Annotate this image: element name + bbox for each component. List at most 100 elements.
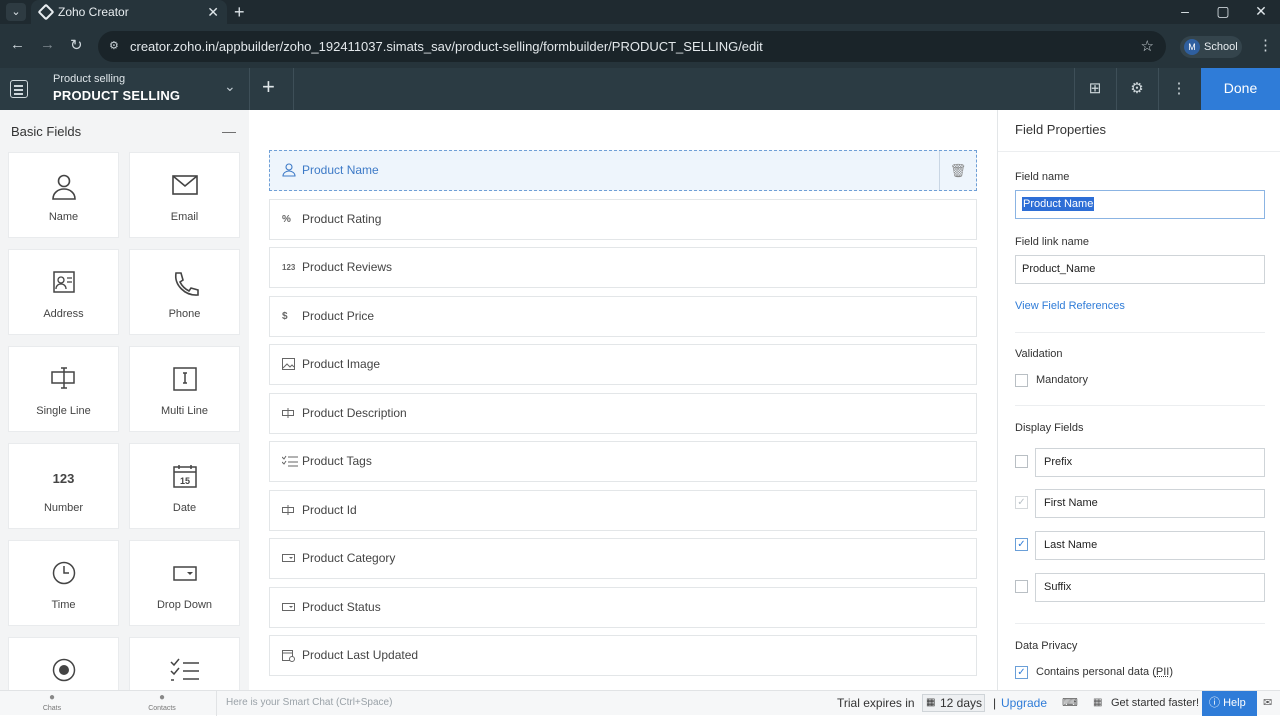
reload-icon[interactable]: ↻: [70, 36, 83, 54]
site-info-icon[interactable]: ⚙: [109, 40, 121, 52]
zoho-logo-icon: [38, 4, 55, 21]
checklist-icon: [282, 442, 298, 481]
close-window-button[interactable]: ✕: [1242, 0, 1280, 24]
form-name[interactable]: PRODUCT SELLING: [53, 88, 180, 103]
close-tab-icon[interactable]: ✕: [207, 0, 219, 24]
field-link-name-input[interactable]: Product_Name: [1015, 255, 1265, 284]
delete-field-icon[interactable]: 🗑: [939, 151, 976, 190]
browser-tab[interactable]: Zoho Creator ✕: [31, 0, 227, 24]
field-label: Product Rating: [302, 212, 381, 226]
bottom-bar: ● Chats ● Contacts Here is your Smart Ch…: [0, 690, 1280, 715]
tab-search-button[interactable]: ⌄: [6, 3, 26, 21]
upgrade-link[interactable]: Upgrade: [1001, 691, 1047, 716]
browser-menu-icon[interactable]: ⋮: [1258, 36, 1273, 54]
field-label: Product Image: [302, 357, 380, 371]
maximize-button[interactable]: ▢: [1204, 0, 1242, 24]
pii-checkbox[interactable]: ✓: [1015, 666, 1028, 679]
prefix-checkbox[interactable]: [1015, 455, 1028, 468]
form-field-product-description[interactable]: Product Description: [269, 393, 977, 434]
view-field-references-link[interactable]: View Field References: [1015, 300, 1125, 312]
collapse-icon[interactable]: —: [222, 123, 236, 139]
prefix-input[interactable]: Prefix: [1035, 448, 1265, 477]
smart-chat-input[interactable]: Here is your Smart Chat (Ctrl+Space): [216, 691, 826, 716]
browser-toolbar: ← → ↻ ⚙ creator.zoho.in/appbuilder/zoho_…: [0, 24, 1280, 68]
form-field-product-status[interactable]: Product Status: [269, 587, 977, 628]
field-tile-email[interactable]: Email: [129, 152, 240, 238]
feedback-icon[interactable]: ✉: [1263, 691, 1272, 716]
chats-button[interactable]: ● Chats: [22, 692, 82, 714]
tile-label: Multi Line: [130, 405, 239, 417]
form-field-product-last-updated[interactable]: Product Last Updated: [269, 635, 977, 676]
settings-gear-icon[interactable]: ⚙: [1127, 79, 1147, 99]
trial-days-badge: ▦ 12 days: [922, 694, 985, 712]
field-tile-number[interactable]: 123 Number: [8, 443, 119, 529]
back-icon[interactable]: ←: [10, 36, 25, 53]
url-text: creator.zoho.in/appbuilder/zoho_19241103…: [130, 39, 763, 54]
basic-fields-panel: Basic Fields — Name Email Address Phone …: [0, 110, 249, 690]
field-tile-name[interactable]: Name: [8, 152, 119, 238]
form-field-product-price[interactable]: $ Product Price: [269, 296, 977, 337]
field-label: Product Price: [302, 309, 374, 323]
chevron-down-icon[interactable]: ⌄: [224, 78, 236, 95]
number-icon: 123: [9, 464, 118, 494]
bookmark-star-icon[interactable]: ☆: [1141, 31, 1154, 62]
number-icon: 123: [282, 248, 298, 287]
field-tile-phone[interactable]: Phone: [129, 249, 240, 335]
avatar: M: [1184, 39, 1200, 55]
form-icon[interactable]: [10, 80, 28, 98]
keyboard-icon[interactable]: ⌨: [1062, 691, 1078, 716]
pii-abbr: PII: [1156, 666, 1169, 678]
add-form-button[interactable]: +: [262, 74, 275, 100]
datetime-icon: [282, 636, 298, 675]
trial-days: 12 days: [940, 696, 982, 710]
form-field-product-category[interactable]: Product Category: [269, 538, 977, 579]
field-tile-multi-line[interactable]: Multi Line: [129, 346, 240, 432]
help-label: Help: [1223, 697, 1246, 709]
field-tile-checkbox[interactable]: [129, 637, 240, 690]
get-started-link[interactable]: Get started faster!: [1111, 691, 1199, 716]
form-field-product-rating[interactable]: % Product Rating: [269, 199, 977, 240]
dropdown-icon: [282, 539, 298, 578]
calendar-small-icon: ▦: [1093, 691, 1102, 716]
header-divider: [1158, 68, 1159, 110]
form-field-product-reviews[interactable]: 123 Product Reviews: [269, 247, 977, 288]
profile-name: School: [1204, 41, 1238, 53]
single-line-icon: [282, 491, 298, 530]
image-icon: [282, 345, 298, 384]
suffix-input[interactable]: Suffix: [1035, 573, 1265, 602]
forward-icon[interactable]: →: [40, 36, 55, 53]
contacts-button[interactable]: ● Contacts: [132, 692, 192, 714]
last-name-input[interactable]: Last Name: [1035, 531, 1265, 560]
field-tile-address[interactable]: Address: [8, 249, 119, 335]
field-properties-panel: Field Properties Field name Product Name…: [997, 110, 1280, 690]
header-divider: [249, 68, 250, 110]
hierarchy-icon[interactable]: ⊞: [1085, 79, 1105, 99]
suffix-checkbox[interactable]: [1015, 580, 1028, 593]
field-name-label: Field name: [1015, 171, 1069, 183]
form-field-product-tags[interactable]: Product Tags: [269, 441, 977, 482]
field-tile-time[interactable]: Time: [8, 540, 119, 626]
first-name-input[interactable]: First Name: [1035, 489, 1265, 518]
field-tile-date[interactable]: 15 Date: [129, 443, 240, 529]
more-options-icon[interactable]: ⋮: [1169, 79, 1189, 99]
last-name-checkbox[interactable]: ✓: [1015, 538, 1028, 551]
tile-label: Email: [130, 211, 239, 223]
profile-button[interactable]: M School: [1180, 36, 1242, 58]
field-tile-drop-down[interactable]: Drop Down: [129, 540, 240, 626]
form-canvas: Product Name 🗑 % Product Rating 123 Prod…: [249, 110, 997, 690]
minimize-button[interactable]: –: [1166, 0, 1204, 24]
form-field-product-name[interactable]: Product Name 🗑: [269, 150, 977, 191]
contacts-label: Contacts: [148, 705, 176, 712]
tab-title: Zoho Creator: [58, 5, 129, 19]
field-tile-single-line[interactable]: Single Line: [8, 346, 119, 432]
help-button[interactable]: ⓘ Help: [1202, 691, 1257, 716]
field-name-input[interactable]: Product Name: [1015, 190, 1265, 219]
form-field-product-image[interactable]: Product Image: [269, 344, 977, 385]
form-field-product-id[interactable]: Product Id: [269, 490, 977, 531]
new-tab-button[interactable]: +: [234, 0, 245, 24]
done-button[interactable]: Done: [1201, 68, 1280, 110]
field-tile-radio[interactable]: [8, 637, 119, 690]
address-bar[interactable]: ⚙ creator.zoho.in/appbuilder/zoho_192411…: [98, 31, 1166, 62]
percent-icon: %: [282, 200, 298, 239]
mandatory-checkbox[interactable]: [1015, 374, 1028, 387]
